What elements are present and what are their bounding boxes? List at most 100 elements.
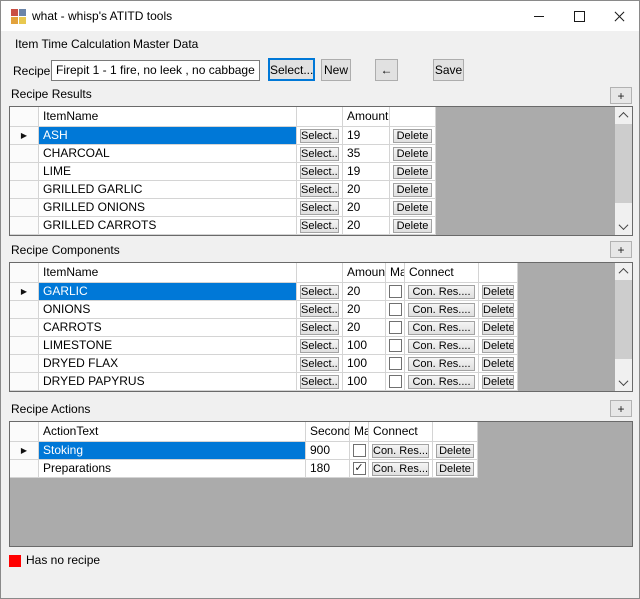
components-add-button[interactable]: + bbox=[610, 241, 632, 258]
delete-row-button[interactable]: Delete bbox=[436, 444, 474, 458]
amount-cell[interactable]: 20 bbox=[343, 301, 386, 319]
row-selector[interactable] bbox=[10, 373, 39, 391]
delete-row-button[interactable]: Delete bbox=[482, 339, 514, 353]
delete-row-button[interactable]: Delete bbox=[482, 285, 514, 299]
results-add-button[interactable]: + bbox=[610, 87, 632, 104]
delete-row-button[interactable]: Delete bbox=[436, 462, 474, 476]
select-item-button[interactable]: Select... bbox=[300, 183, 339, 197]
scroll-up-icon[interactable] bbox=[615, 263, 632, 280]
select-item-button[interactable]: Select... bbox=[300, 147, 339, 161]
connect-resource-button[interactable]: Con. Res.... bbox=[408, 375, 475, 389]
row-selector[interactable]: ▶ bbox=[10, 283, 39, 301]
scroll-down-icon[interactable] bbox=[615, 374, 632, 391]
made-checkbox[interactable] bbox=[389, 321, 402, 334]
column-header-itemname[interactable]: ItemName bbox=[39, 107, 297, 127]
delete-row-button[interactable]: Delete bbox=[393, 147, 432, 161]
recipe-new-button[interactable]: New bbox=[321, 59, 351, 81]
column-header-delete[interactable] bbox=[479, 263, 518, 283]
connect-resource-button[interactable]: Con. Res.... bbox=[408, 339, 475, 353]
select-item-button[interactable]: Select... bbox=[300, 339, 339, 353]
delete-row-button[interactable]: Delete bbox=[393, 129, 432, 143]
column-header-ma[interactable]: Ma bbox=[350, 422, 369, 442]
amount-cell[interactable]: 20 bbox=[343, 283, 386, 301]
row-selector[interactable] bbox=[10, 199, 39, 217]
corner-header[interactable] bbox=[10, 422, 39, 442]
item-name-cell[interactable]: GARLIC bbox=[39, 283, 297, 301]
column-header-amount[interactable]: Amount bbox=[343, 107, 390, 127]
scrollbar-thumb[interactable] bbox=[615, 280, 632, 359]
item-name-cell[interactable]: GRILLED ONIONS bbox=[39, 199, 297, 217]
column-header-ma[interactable]: Ma bbox=[386, 263, 405, 283]
column-header-itemname[interactable]: ItemName bbox=[39, 263, 297, 283]
recipe-input[interactable]: Firepit 1 - 1 fire, no leek , no cabbage bbox=[51, 60, 260, 81]
title-bar[interactable]: what - whisp's ATITD tools bbox=[1, 1, 639, 31]
select-item-button[interactable]: Select... bbox=[300, 303, 339, 317]
amount-cell[interactable]: 19 bbox=[343, 163, 390, 181]
column-header-seconds[interactable]: Seconds bbox=[306, 422, 350, 442]
delete-row-button[interactable]: Delete bbox=[482, 321, 514, 335]
back-arrow-button[interactable]: ← bbox=[375, 59, 398, 81]
results-scrollbar[interactable] bbox=[615, 107, 632, 235]
row-selector[interactable]: ▶ bbox=[10, 442, 39, 460]
amount-cell[interactable]: 100 bbox=[343, 337, 386, 355]
amount-cell[interactable]: 100 bbox=[343, 373, 386, 391]
scroll-up-icon[interactable] bbox=[615, 107, 632, 124]
select-item-button[interactable]: Select... bbox=[300, 321, 339, 335]
made-checkbox[interactable] bbox=[389, 339, 402, 352]
column-header-select[interactable] bbox=[297, 263, 343, 283]
delete-row-button[interactable]: Delete bbox=[393, 219, 432, 233]
select-item-button[interactable]: Select... bbox=[300, 357, 339, 371]
row-selector[interactable] bbox=[10, 337, 39, 355]
row-selector[interactable] bbox=[10, 217, 39, 235]
made-checkbox[interactable]: ✓ bbox=[353, 462, 366, 475]
row-selector[interactable] bbox=[10, 163, 39, 181]
item-name-cell[interactable]: GRILLED CARROTS bbox=[39, 217, 297, 235]
row-selector[interactable] bbox=[10, 145, 39, 163]
select-item-button[interactable]: Select... bbox=[300, 129, 339, 143]
corner-header[interactable] bbox=[10, 107, 39, 127]
connect-resource-button[interactable]: Con. Res.... bbox=[408, 357, 475, 371]
recipe-save-button[interactable]: Save bbox=[433, 59, 464, 81]
made-checkbox[interactable] bbox=[389, 303, 402, 316]
amount-cell[interactable]: 35 bbox=[343, 145, 390, 163]
amount-cell[interactable]: 20 bbox=[343, 181, 390, 199]
minimize-button[interactable] bbox=[519, 1, 559, 31]
amount-cell[interactable]: 20 bbox=[343, 199, 390, 217]
actions-add-button[interactable]: + bbox=[610, 400, 632, 417]
item-name-cell[interactable]: LIME bbox=[39, 163, 297, 181]
connect-resource-button[interactable]: Con. Res... bbox=[372, 444, 429, 458]
row-selector[interactable] bbox=[10, 460, 39, 478]
corner-header[interactable] bbox=[10, 263, 39, 283]
amount-cell[interactable]: 100 bbox=[343, 355, 386, 373]
item-name-cell[interactable]: CARROTS bbox=[39, 319, 297, 337]
column-header-connect[interactable]: Connect bbox=[369, 422, 433, 442]
column-header-actiontext[interactable]: ActionText bbox=[39, 422, 306, 442]
select-item-button[interactable]: Select... bbox=[300, 219, 339, 233]
column-header-delete[interactable] bbox=[390, 107, 436, 127]
delete-row-button[interactable]: Delete bbox=[482, 357, 514, 371]
row-selector[interactable] bbox=[10, 301, 39, 319]
select-item-button[interactable]: Select... bbox=[300, 201, 339, 215]
amount-cell[interactable]: 19 bbox=[343, 127, 390, 145]
amount-cell[interactable]: 20 bbox=[343, 319, 386, 337]
maximize-button[interactable] bbox=[559, 1, 599, 31]
action-text-cell[interactable]: Stoking bbox=[39, 442, 306, 460]
row-selector[interactable] bbox=[10, 355, 39, 373]
item-name-cell[interactable]: DRYED FLAX bbox=[39, 355, 297, 373]
row-selector[interactable]: ▶ bbox=[10, 127, 39, 145]
select-item-button[interactable]: Select... bbox=[300, 165, 339, 179]
column-header-connect[interactable]: Connect bbox=[405, 263, 479, 283]
item-name-cell[interactable]: LIMESTONE bbox=[39, 337, 297, 355]
components-scrollbar[interactable] bbox=[615, 263, 632, 391]
column-header-delete[interactable] bbox=[433, 422, 478, 442]
scroll-down-icon[interactable] bbox=[615, 218, 632, 235]
delete-row-button[interactable]: Delete bbox=[393, 165, 432, 179]
connect-resource-button[interactable]: Con. Res.... bbox=[408, 303, 475, 317]
column-header-select[interactable] bbox=[297, 107, 343, 127]
delete-row-button[interactable]: Delete bbox=[393, 183, 432, 197]
delete-row-button[interactable]: Delete bbox=[482, 375, 514, 389]
recipe-select-button[interactable]: Select... bbox=[268, 58, 315, 81]
seconds-cell[interactable]: 180 bbox=[306, 460, 350, 478]
connect-resource-button[interactable]: Con. Res.... bbox=[408, 285, 475, 299]
column-header-amount[interactable]: Amount bbox=[343, 263, 386, 283]
